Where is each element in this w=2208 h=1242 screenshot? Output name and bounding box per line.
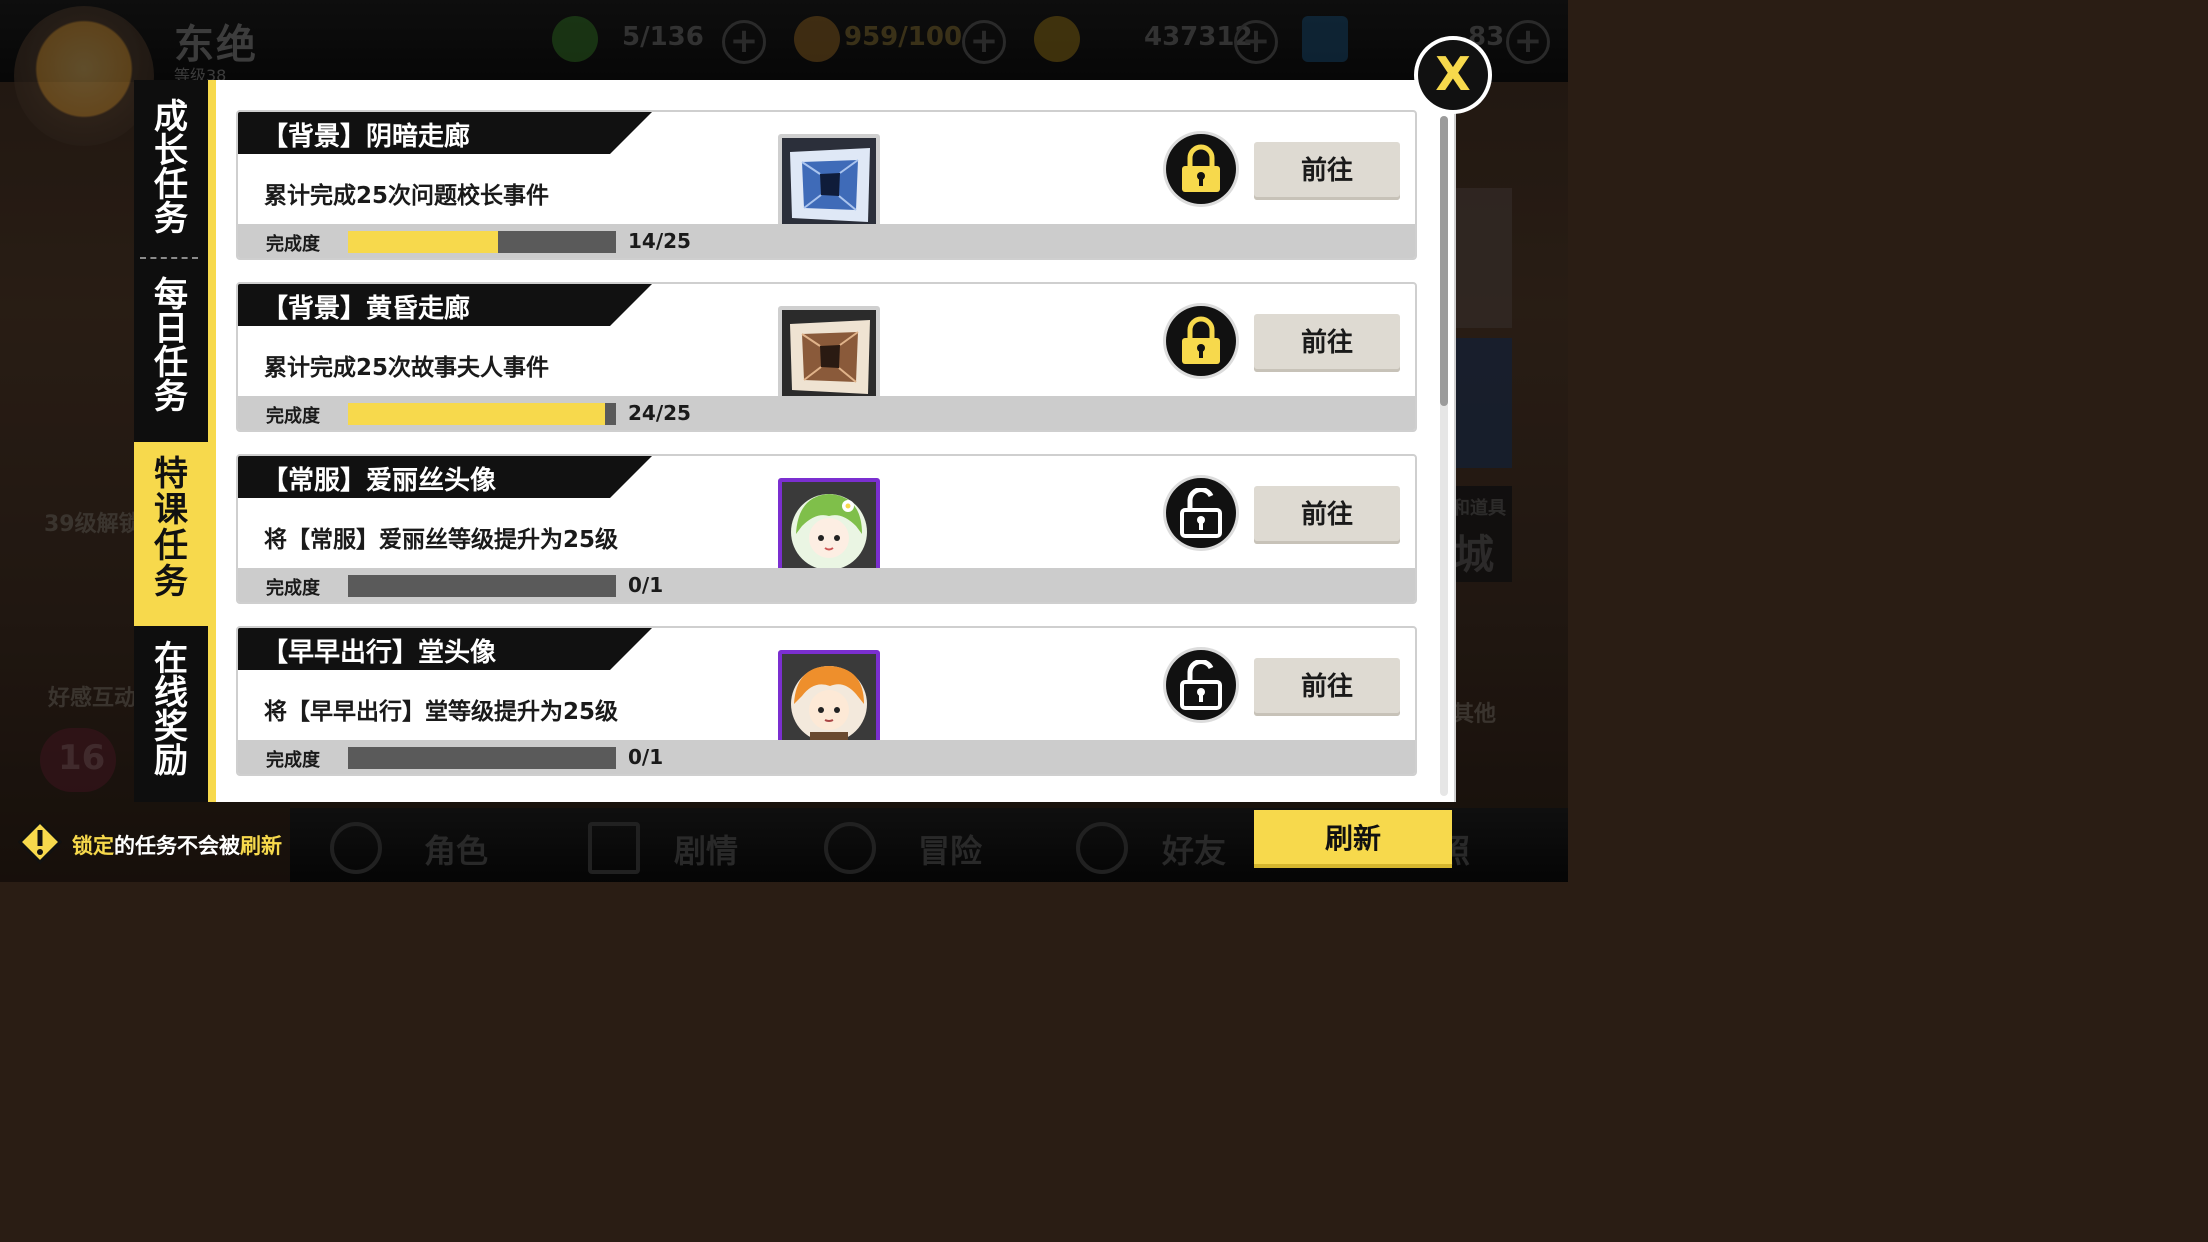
task-title-banner: 【常服】爱丽丝头像	[238, 456, 652, 498]
tip-text: 锁定的任务不会被刷新	[72, 830, 282, 860]
task-title: 【常服】爱丽丝头像	[262, 466, 497, 496]
progress-bar	[348, 575, 616, 597]
task-card: 【背景】阴暗走廊 累计完成25次问题校长事件 前往 完成度 14/25	[236, 110, 1417, 260]
lock-closed-icon[interactable]	[1166, 134, 1236, 204]
blue-corridor-thumbnail	[778, 134, 880, 236]
task-tabs: 成长任务 每日任务 特课任务 在线奖励	[134, 80, 208, 802]
progress-text: 0/1	[628, 573, 664, 597]
lock-open-icon[interactable]	[1166, 478, 1236, 548]
task-title: 【背景】阴暗走廊	[262, 122, 471, 152]
close-button[interactable]: X	[1418, 40, 1488, 110]
tab-online-rewards[interactable]: 在线奖励	[134, 642, 208, 806]
progress-fill	[348, 403, 606, 425]
go-button[interactable]: 前往	[1254, 658, 1400, 716]
progress-label: 完成度	[266, 578, 320, 599]
go-button[interactable]: 前往	[1254, 486, 1400, 544]
task-title-banner: 【早早出行】堂头像	[238, 628, 652, 670]
modal-accent-stripe	[208, 80, 216, 802]
progress-text: 24/25	[628, 401, 691, 425]
tab-divider	[140, 257, 198, 259]
tip-highlight-refresh: 刷新	[240, 834, 282, 858]
task-progress-row: 完成度 24/25	[238, 396, 1415, 430]
task-list-scroll-thumb[interactable]	[1440, 116, 1448, 406]
task-progress-row: 完成度 0/1	[238, 740, 1415, 774]
progress-bar	[348, 231, 616, 253]
task-card: 【常服】爱丽丝头像 将【常服】爱丽丝等级提升为25级 前往 完成度 0/1	[236, 454, 1417, 604]
lock-closed-icon[interactable]	[1166, 306, 1236, 376]
warning-icon	[18, 820, 62, 864]
close-icon: X	[1435, 47, 1471, 101]
tab-special-tasks[interactable]: 特课任务	[134, 442, 208, 626]
task-description: 将【常服】爱丽丝等级提升为25级	[264, 527, 619, 553]
task-progress-row: 完成度 0/1	[238, 568, 1415, 602]
tab-daily-tasks[interactable]: 每日任务	[134, 278, 208, 442]
task-title-banner: 【背景】阴暗走廊	[238, 112, 652, 154]
task-description: 累计完成25次故事夫人事件	[264, 355, 550, 381]
progress-label: 完成度	[266, 750, 320, 771]
tab-special-label: 特课任务	[154, 454, 188, 602]
refresh-button[interactable]: 刷新	[1254, 810, 1452, 868]
progress-label: 完成度	[266, 406, 320, 427]
progress-bar	[348, 403, 616, 425]
tip-middle: 的任务不会被	[114, 834, 240, 858]
task-title: 【背景】黄昏走廊	[262, 294, 471, 324]
alice-avatar-thumbnail	[778, 478, 880, 580]
tab-growth-label: 成长任务	[154, 97, 188, 239]
task-description: 累计完成25次问题校长事件	[264, 183, 550, 209]
task-title: 【早早出行】堂头像	[262, 638, 497, 668]
go-button[interactable]: 前往	[1254, 142, 1400, 200]
task-card: 【早早出行】堂头像 将【早早出行】堂等级提升为25级 前往 完成度 0/1	[236, 626, 1417, 776]
progress-label: 完成度	[266, 234, 320, 255]
tip-highlight-lock: 锁定	[72, 834, 114, 858]
tab-daily-label: 每日任务	[154, 275, 188, 417]
progress-bar	[348, 747, 616, 769]
sunset-corridor-thumbnail	[778, 306, 880, 408]
task-description: 将【早早出行】堂等级提升为25级	[264, 699, 619, 725]
go-button[interactable]: 前往	[1254, 314, 1400, 372]
tang-avatar-thumbnail	[778, 650, 880, 752]
tab-growth-tasks[interactable]: 成长任务	[134, 100, 208, 264]
lock-open-icon[interactable]	[1166, 650, 1236, 720]
tab-online-label: 在线奖励	[154, 639, 188, 781]
task-title-banner: 【背景】黄昏走廊	[238, 284, 652, 326]
progress-text: 0/1	[628, 745, 664, 769]
progress-text: 14/25	[628, 229, 691, 253]
task-progress-row: 完成度 14/25	[238, 224, 1415, 258]
progress-fill	[348, 231, 499, 253]
task-card: 【背景】黄昏走廊 累计完成25次故事夫人事件 前往 完成度 24/25	[236, 282, 1417, 432]
